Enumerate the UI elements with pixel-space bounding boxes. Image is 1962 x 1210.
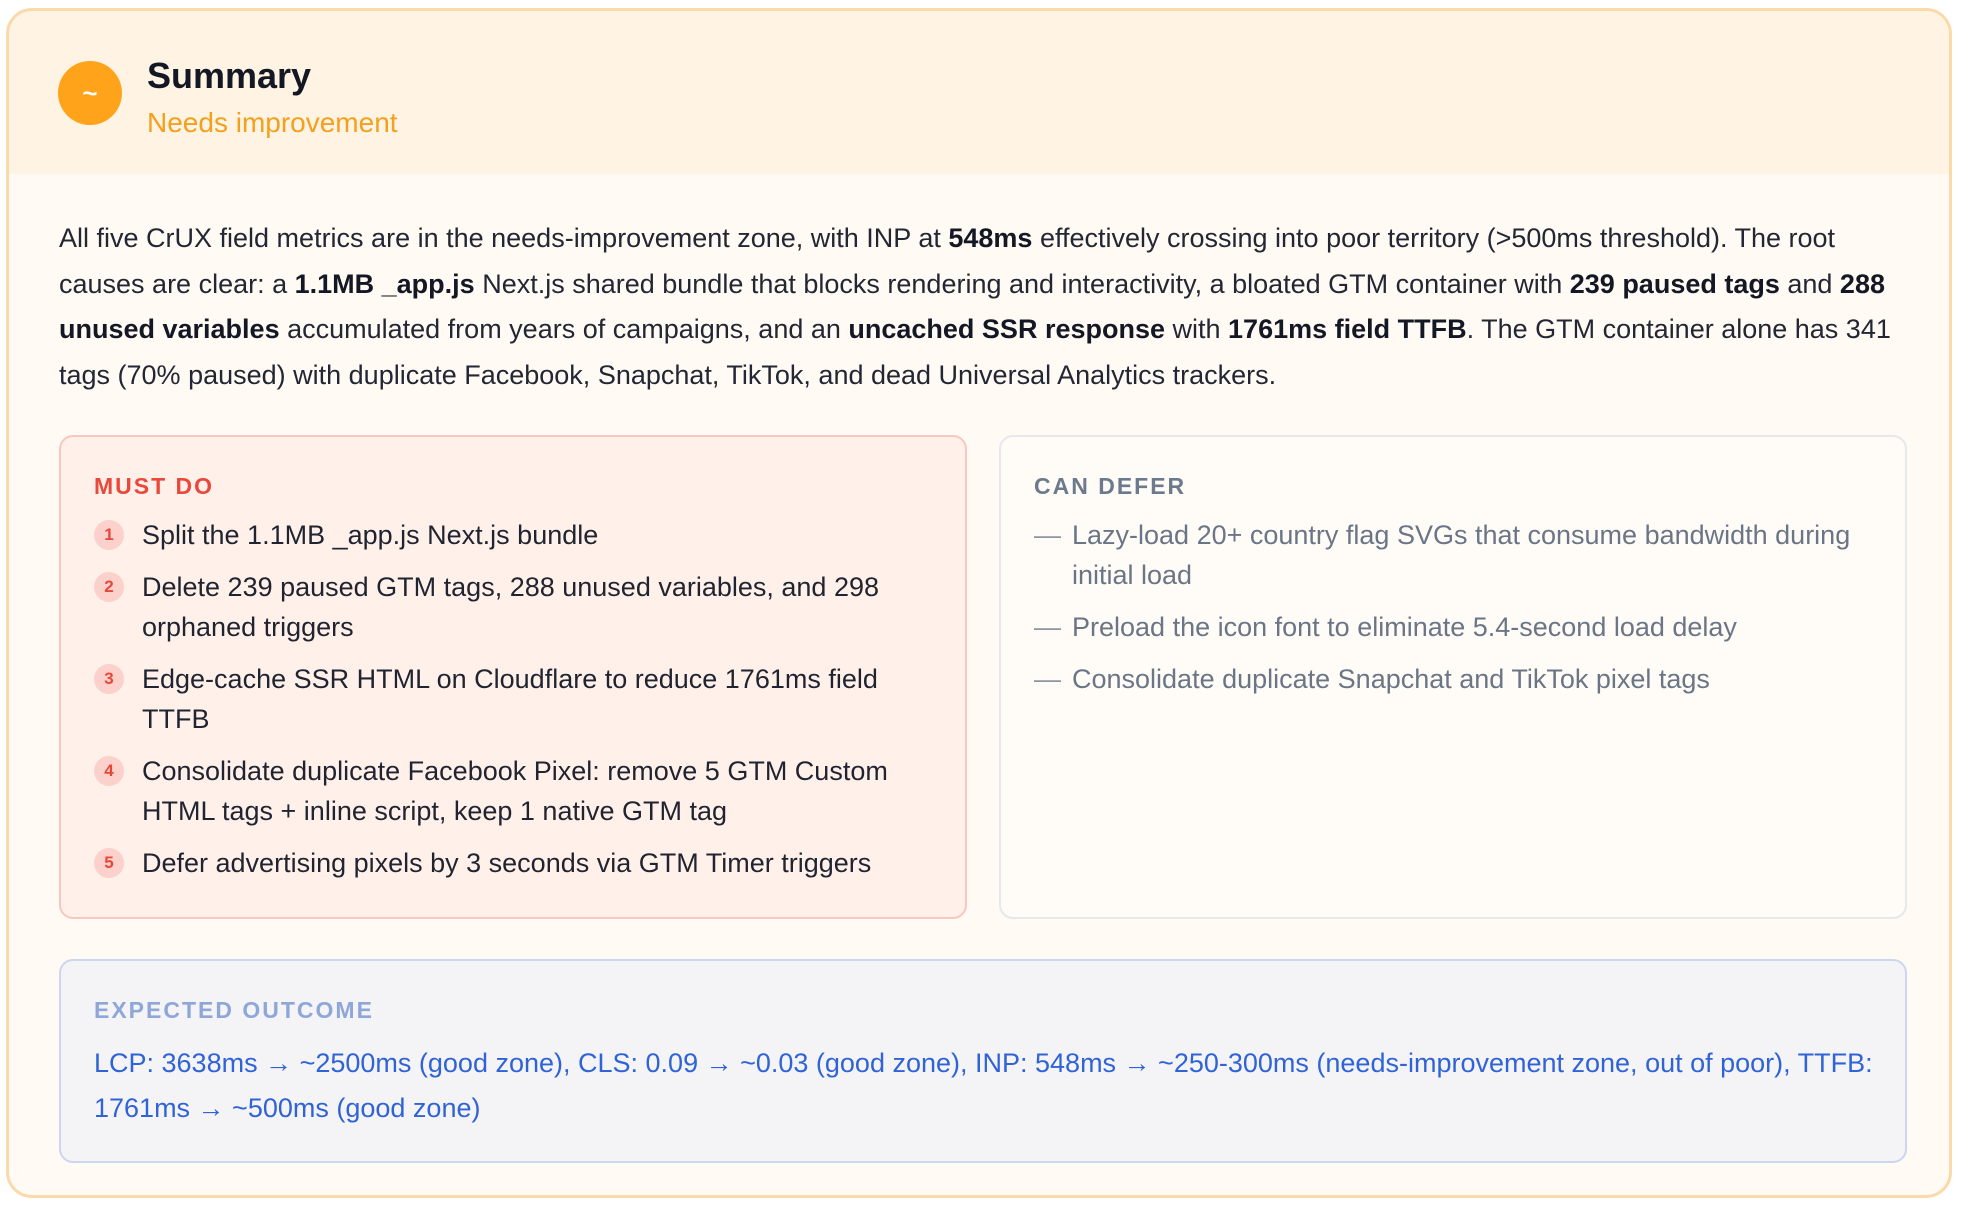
status-icon-glyph: ~ [82,77,98,108]
expected-outcome-heading: EXPECTED OUTCOME [94,997,374,1023]
status-label: Needs improvement [147,107,398,138]
can-defer-panel: CAN DEFER — Lazy-load 20+ country flag SV… [999,435,1907,919]
needs-improvement-status-icon: ~ [58,61,122,125]
list-item-text: Edge-cache SSR HTML on Cloudflare to red… [142,664,878,734]
list-item: 4 Consolidate duplicate Facebook Pixel: r… [94,751,944,831]
list-item: 2 Delete 239 paused GTM tags, 288 unused … [94,567,944,647]
summary-text: and [1779,268,1840,299]
expected-outcome-text: LCP: 3638ms → ~2500ms (good zone), CLS: … [94,1048,1873,1123]
list-item: — Preload the icon font to eliminate 5.4-… [1034,607,1884,647]
expected-outcome-panel: EXPECTED OUTCOME LCP: 3638ms → ~2500ms (… [59,959,1907,1163]
list-item: 1 Split the 1.1MB _app.js Next.js bundle [94,515,944,555]
dash-bullet: — [1034,612,1061,642]
dash-bullet: — [1034,664,1061,694]
can-defer-heading: CAN DEFER [1034,473,1187,499]
list-item-text: Delete 239 paused GTM tags, 288 unused v… [142,572,879,642]
summary-highlight: uncached SSR response [848,314,1165,344]
summary-card: ~ Summary Needs improvement All five CrU… [6,8,1952,1198]
summary-highlight: 1.1MB _app.js [294,268,475,299]
can-defer-list: — Lazy-load 20+ country flag SVGs that co… [1034,515,1884,711]
item-number-badge: 2 [94,572,124,602]
must-do-list: 1 Split the 1.1MB _app.js Next.js bundle … [94,515,944,895]
item-number-badge: 1 [94,520,124,550]
list-item: — Consolidate duplicate Snapchat and TikT… [1034,659,1884,699]
summary-text: All five CrUX field metrics are in the n… [59,223,949,253]
summary-header: ~ Summary Needs improvement [9,11,1949,174]
summary-highlight: 548ms [948,223,1033,253]
card-title: Summary [147,55,312,96]
summary-highlight: 1761ms field TTFB [1228,314,1467,344]
dash-bullet: — [1034,520,1061,550]
summary-text: with [1165,314,1229,344]
list-item-text: Defer advertising pixels by 3 seconds vi… [142,848,872,878]
item-number-badge: 4 [94,756,124,786]
item-number-badge: 3 [94,664,124,694]
list-item-text: Lazy-load 20+ country flag SVGs that con… [1072,520,1851,590]
summary-highlight: 239 paused tags [1569,268,1780,299]
item-number-badge: 5 [94,848,124,878]
list-item-text: Preload the icon font to eliminate 5.4-s… [1072,612,1737,642]
must-do-panel: MUST DO 1 Split the 1.1MB _app.js Next.js… [59,435,967,919]
list-item-text: Consolidate duplicate Snapchat and TikTo… [1072,664,1710,694]
list-item: 5 Defer advertising pixels by 3 seconds v… [94,843,944,883]
summary-paragraph: All five CrUX field metrics are in the n… [59,216,1919,398]
list-item: 3 Edge-cache SSR HTML on Cloudflare to re… [94,659,944,739]
summary-text: accumulated from years of campaigns, and… [279,314,849,344]
list-item: — Lazy-load 20+ country flag SVGs that co… [1034,515,1884,595]
list-item-text: Consolidate duplicate Facebook Pixel: re… [142,756,888,826]
must-do-heading: MUST DO [94,473,215,499]
list-item-text: Split the 1.1MB _app.js Next.js bundle [142,520,599,550]
summary-text: Next.js shared bundle that blocks render… [474,268,1570,299]
